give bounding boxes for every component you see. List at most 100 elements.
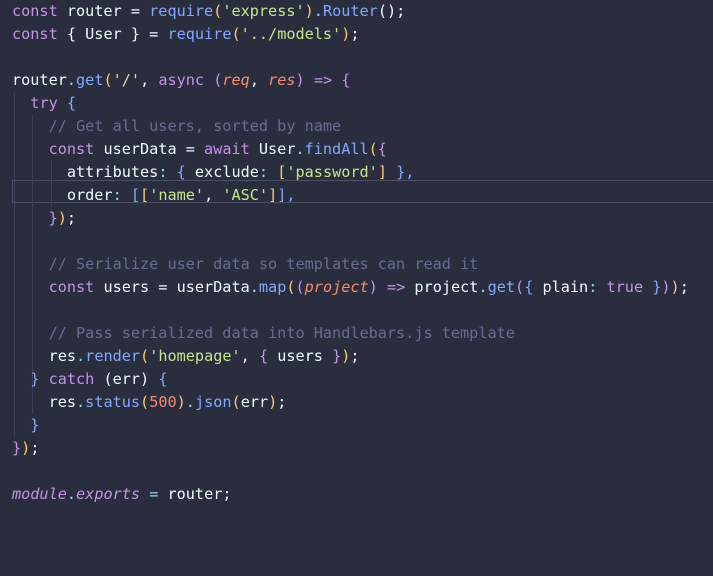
code-token: ; [350, 25, 360, 43]
code-token: , [140, 71, 159, 89]
code-token: // Pass serialized data into Handlebars.… [48, 324, 515, 342]
code-token: [ [268, 163, 287, 181]
code-token: ( [140, 347, 150, 365]
code-token: ) [661, 278, 671, 296]
code-line[interactable]: // Pass serialized data into Handlebars.… [12, 322, 515, 345]
code-token: = [149, 485, 159, 503]
code-token: 'name' [149, 186, 205, 204]
code-token: exclude [194, 163, 259, 181]
code-line[interactable]: attributes: { exclude: ['password'] }, [12, 161, 415, 184]
code-line[interactable]: const users = userData.map((project) => … [12, 276, 689, 299]
code-token: get [76, 71, 104, 89]
code-line[interactable]: const userData = await User.findAll({ [12, 138, 387, 161]
code-line[interactable]: }); [12, 437, 39, 460]
code-token: render [85, 347, 141, 365]
code-token: . [185, 393, 195, 411]
code-token: res [268, 71, 296, 89]
code-token: : [588, 278, 598, 296]
code-token: ( [103, 71, 113, 89]
code-token: { [57, 25, 86, 43]
code-token: project [405, 278, 479, 296]
code-editor[interactable]: const router = require('express').Router… [0, 0, 713, 576]
code-line[interactable]: res.render('homepage', { users }); [12, 345, 360, 368]
code-token: => [386, 278, 406, 296]
code-line[interactable]: // Serialize user data so templates can … [12, 253, 479, 276]
code-token: ) [176, 393, 186, 411]
code-token: (err) [94, 370, 159, 388]
code-token: [ [140, 186, 150, 204]
code-token: { [57, 94, 77, 112]
code-token: . [249, 278, 259, 296]
code-line[interactable]: module.exports = router; [12, 483, 232, 506]
code-token: , [204, 186, 223, 204]
code-token: . [76, 393, 86, 411]
code-token: router [12, 71, 67, 89]
code-token: : [112, 186, 122, 204]
code-token: ( [213, 2, 223, 20]
code-token: ) [295, 71, 314, 89]
code-token: ; [350, 347, 360, 365]
code-token: map [258, 278, 287, 296]
code-token: ( [140, 393, 150, 411]
code-token: ], [277, 186, 296, 204]
code-token: ) [341, 25, 351, 43]
code-token: try [30, 94, 58, 112]
code-token: . [478, 278, 488, 296]
code-token: { [377, 140, 387, 158]
code-token: 'express' [222, 2, 305, 20]
code-line[interactable]: const router = require('express').Router… [12, 0, 405, 23]
code-token: } [30, 416, 40, 434]
code-token: } [48, 209, 58, 227]
code-token: { [158, 370, 168, 388]
code-token: res [12, 347, 77, 365]
code-token: userData = [94, 140, 205, 158]
code-token: . [66, 71, 77, 89]
code-token: 'password' [286, 163, 378, 181]
code-token: ; [30, 439, 40, 457]
code-token: // Get all users, sorted by name [48, 117, 342, 135]
code-token: project [304, 278, 369, 296]
code-line[interactable]: const { User } = require('../models'); [12, 23, 360, 46]
code-token: users [268, 347, 333, 365]
code-token: const [48, 140, 95, 158]
code-token: ] [268, 186, 278, 204]
code-line[interactable]: } catch (err) { [12, 368, 168, 391]
code-line[interactable]: router.get('/', async (req, res) => { [12, 69, 350, 92]
code-token: ) [670, 278, 680, 296]
code-line[interactable]: // Get all users, sorted by name [12, 115, 342, 138]
code-token: res [12, 393, 77, 411]
code-token: , [249, 71, 269, 89]
code-token: (); [377, 2, 406, 20]
code-token: => [313, 71, 333, 89]
code-token: require [167, 25, 232, 43]
code-token: . [295, 140, 305, 158]
code-token: err [240, 393, 269, 411]
code-token: ( [295, 278, 305, 296]
code-token: : [258, 163, 269, 181]
code-token: , [240, 347, 259, 365]
code-token: router; [158, 485, 232, 503]
code-line[interactable]: }); [12, 207, 76, 230]
code-token: . [313, 2, 323, 20]
code-line[interactable]: } [12, 414, 39, 437]
code-token: users = userData [94, 278, 250, 296]
code-token: router = [57, 2, 150, 20]
code-line[interactable]: order: [['name', 'ASC']], [12, 184, 296, 207]
code-line[interactable]: try { [12, 92, 76, 115]
code-token: plain [542, 278, 589, 296]
code-token: ) [304, 2, 314, 20]
code-token: const [12, 2, 58, 20]
code-token: User [85, 25, 122, 43]
code-line[interactable]: res.status(500).json(err); [12, 391, 287, 414]
code-token: '/' [112, 71, 141, 89]
code-token: attributes [12, 163, 159, 181]
code-token: ) [21, 439, 31, 457]
